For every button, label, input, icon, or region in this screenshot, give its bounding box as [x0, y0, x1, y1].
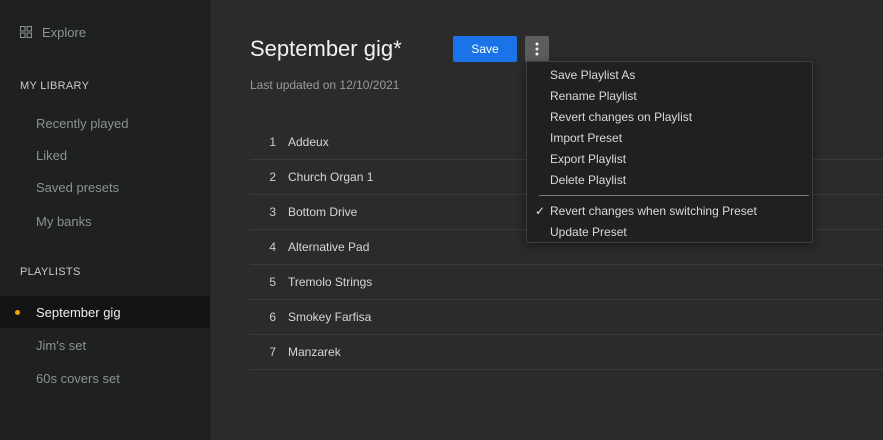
- last-updated-text: Last updated on 12/10/2021: [250, 78, 400, 92]
- menu-item-label: Update Preset: [550, 225, 627, 239]
- sidebar-item-liked[interactable]: Liked: [0, 139, 209, 171]
- menu-item-import-preset[interactable]: Import Preset: [527, 128, 812, 148]
- page-title: September gig*: [250, 36, 402, 61]
- playlist-item-60s-covers-set[interactable]: 60s covers set: [0, 362, 209, 394]
- playlist-item-label: Jim's set: [36, 337, 87, 353]
- preset-name: Addeux: [288, 135, 329, 149]
- sidebar: Explore MY LIBRARY Recently played Liked…: [0, 0, 210, 440]
- explore-link[interactable]: Explore: [20, 22, 86, 42]
- sidebar-item-label: Recently played: [36, 115, 129, 131]
- sidebar-item-my-banks[interactable]: My banks: [0, 205, 209, 237]
- sidebar-item-label: My banks: [36, 213, 92, 229]
- menu-item-update-preset[interactable]: Update Preset: [527, 222, 812, 242]
- sidebar-item-label: Saved presets: [36, 179, 120, 195]
- menu-item-export-playlist[interactable]: Export Playlist: [527, 149, 812, 169]
- preset-number: 4: [269, 240, 276, 254]
- playlist-item-label: 60s covers set: [36, 370, 120, 386]
- my-library-header: MY LIBRARY: [20, 80, 90, 92]
- playlists-header: PLAYLISTS: [20, 266, 81, 278]
- list-item[interactable]: 5 Tremolo Strings: [250, 265, 883, 300]
- menu-toggle-label: Revert changes when switching Preset: [550, 204, 757, 218]
- sidebar-item-label: Liked: [36, 147, 68, 163]
- explore-label: Explore: [42, 24, 87, 40]
- menu-item-rename-playlist[interactable]: Rename Playlist: [527, 86, 812, 106]
- sidebar-item-saved-presets[interactable]: Saved presets: [0, 171, 209, 203]
- preset-number: 2: [269, 170, 276, 184]
- preset-name: Tremolo Strings: [288, 275, 373, 289]
- sidebar-item-recently-played[interactable]: Recently played: [0, 107, 209, 139]
- playlist-item-september-gig[interactable]: September gig: [0, 296, 209, 328]
- save-button[interactable]: Save: [453, 36, 517, 62]
- playlist-options-menu: Save Playlist As Rename Playlist Revert …: [526, 61, 813, 243]
- preset-number: 3: [269, 205, 276, 219]
- preset-name: Smokey Farfisa: [288, 310, 372, 324]
- more-options-button[interactable]: [525, 36, 549, 62]
- list-item[interactable]: 6 Smokey Farfisa: [250, 300, 883, 335]
- preset-number: 7: [269, 345, 276, 359]
- preset-number: 1: [269, 135, 276, 149]
- preset-name: Manzarek: [288, 345, 341, 359]
- more-vertical-icon: [535, 42, 539, 56]
- menu-toggle-revert-on-switch[interactable]: ✓ Revert changes when switching Preset: [527, 201, 812, 221]
- list-item[interactable]: 7 Manzarek: [250, 335, 883, 370]
- checkmark-icon: ✓: [535, 204, 546, 218]
- preset-name: Church Organ 1: [288, 170, 374, 184]
- menu-divider: [539, 195, 809, 196]
- preset-name: Alternative Pad: [288, 240, 370, 254]
- menu-item-revert-changes-on-playlist[interactable]: Revert changes on Playlist: [527, 107, 812, 127]
- grid-icon: [20, 26, 32, 38]
- preset-number: 6: [269, 310, 276, 324]
- menu-item-save-playlist-as[interactable]: Save Playlist As: [527, 65, 812, 85]
- playlist-item-jims-set[interactable]: Jim's set: [0, 329, 209, 361]
- active-indicator-dot: [15, 310, 20, 315]
- preset-number: 5: [269, 275, 276, 289]
- playlist-item-label: September gig: [36, 304, 121, 320]
- menu-item-delete-playlist[interactable]: Delete Playlist: [527, 170, 812, 190]
- preset-name: Bottom Drive: [288, 205, 358, 219]
